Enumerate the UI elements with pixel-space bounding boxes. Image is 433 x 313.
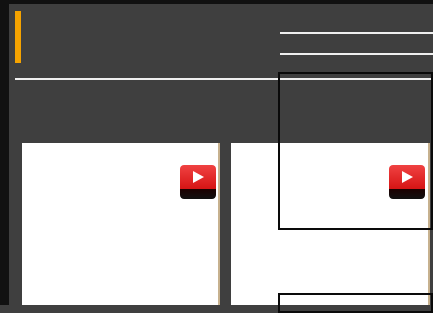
top-divider-1 [280,32,433,34]
header-accent-bar [15,11,21,63]
top-divider-2 [280,53,433,55]
left-frame-edge [0,0,9,305]
video-card-1[interactable] [22,143,220,305]
top-frame-edge [0,0,433,4]
video-play-icon [193,171,204,183]
overlay-outline-box [278,72,433,230]
overlay-outline-box-lower [278,293,433,313]
video-play-button[interactable] [180,165,216,199]
